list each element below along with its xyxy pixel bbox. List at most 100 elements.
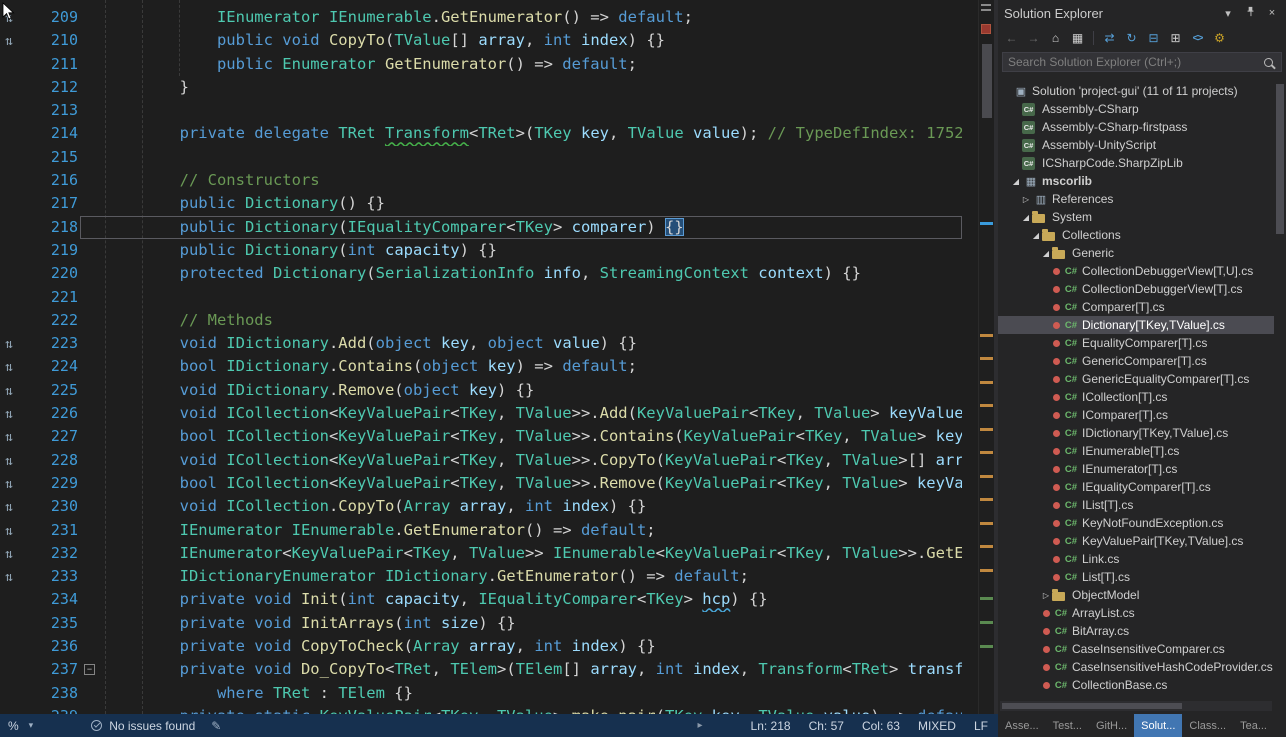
line-number[interactable]: 238 (30, 682, 78, 705)
tree-vertical-scrollbar[interactable] (1274, 76, 1286, 698)
tree-item[interactable]: ▷▥References (998, 190, 1274, 208)
editor-vertical-scrollbar[interactable] (978, 0, 994, 714)
line-number[interactable]: 237 (30, 658, 78, 681)
tree-item[interactable]: C#ICSharpCode.SharpZipLib (998, 154, 1274, 172)
zoom-caret-icon[interactable]: ▾ (29, 720, 34, 731)
code-line[interactable]: 220protected Dictionary(SerializationInf… (0, 262, 962, 285)
code-line[interactable]: 235private void InitArrays(int size) {} (0, 612, 962, 635)
fold-collapse-button[interactable]: − (84, 664, 95, 675)
code-line[interactable]: ⇅231IEnumerator IEnumerable.GetEnumerato… (0, 519, 962, 542)
code-line[interactable]: 237private void Do_CopyTo<TRet, TElem>(T… (0, 658, 962, 681)
tree-item[interactable]: C#Comparer[T].cs (998, 298, 1274, 316)
tree-item[interactable]: C#CaseInsensitiveComparer.cs (998, 640, 1274, 658)
line-number[interactable]: 230 (30, 495, 78, 518)
tool-window-tab[interactable]: Solut... (1134, 714, 1182, 737)
code-line[interactable]: 234private void Init(int capacity, IEqua… (0, 588, 962, 611)
code-line[interactable]: ⇅227bool ICollection<KeyValuePair<TKey, … (0, 425, 962, 448)
tree-item[interactable]: C#CollectionDebuggerView[T,U].cs (998, 262, 1274, 280)
line-number[interactable]: 220 (30, 262, 78, 285)
tool-window-tab[interactable]: GitH... (1089, 714, 1134, 737)
code-line[interactable]: ⇅228void ICollection<KeyValuePair<TKey, … (0, 449, 962, 472)
line-number[interactable]: 222 (30, 309, 78, 332)
line-number[interactable]: 221 (30, 286, 78, 309)
tool-window-tab[interactable]: Asse... (998, 714, 1046, 737)
code-line[interactable]: 219public Dictionary(int capacity) {} (0, 239, 962, 262)
split-editor-handle[interactable] (981, 4, 991, 11)
line-number[interactable]: 216 (30, 169, 78, 192)
line-number[interactable]: 217 (30, 192, 78, 215)
expander-open-icon[interactable]: ◢ (1040, 249, 1052, 258)
expander-closed-icon[interactable]: ▷ (1040, 591, 1052, 600)
line-number[interactable]: 214 (30, 122, 78, 145)
line-number[interactable]: 225 (30, 379, 78, 402)
refresh-button[interactable]: ↻ (1122, 29, 1141, 48)
switch-views-button[interactable]: ▦ (1068, 29, 1087, 48)
tree-item[interactable]: C#GenericEqualityComparer[T].cs (998, 370, 1274, 388)
search-icon[interactable] (1264, 58, 1273, 67)
code-line[interactable]: 217public Dictionary() {} (0, 192, 962, 215)
line-number[interactable]: 236 (30, 635, 78, 658)
line-number[interactable]: 232 (30, 542, 78, 565)
code-line[interactable]: ⇅233IDictionaryEnumerator IDictionary.Ge… (0, 565, 962, 588)
line-number[interactable]: 229 (30, 472, 78, 495)
forward-button[interactable]: → (1024, 29, 1043, 48)
code-line[interactable]: 239private static KeyValuePair<TKey, TVa… (0, 705, 962, 714)
tree-item[interactable]: C#ArrayList.cs (998, 604, 1274, 622)
code-line[interactable]: ⇅226void ICollection<KeyValuePair<TKey, … (0, 402, 962, 425)
line-number[interactable]: 209 (30, 6, 78, 29)
close-icon[interactable]: × (1264, 7, 1280, 19)
code-line[interactable]: 222// Methods (0, 309, 962, 332)
tree-item[interactable]: C#IEqualityComparer[T].cs (998, 478, 1274, 496)
collapse-all-button[interactable]: ⊟ (1144, 29, 1163, 48)
code-line[interactable]: 216// Constructors (0, 169, 962, 192)
scrollbar-thumb[interactable] (982, 44, 992, 118)
search-input[interactable] (1003, 55, 1264, 69)
tool-window-tab[interactable]: Test... (1046, 714, 1089, 737)
tree-item[interactable]: ◢▦mscorlib (998, 172, 1274, 190)
tree-item[interactable]: C#IComparer[T].cs (998, 406, 1274, 424)
search-box[interactable] (1002, 52, 1282, 72)
tree-item[interactable]: C#ICollection[T].cs (998, 388, 1274, 406)
line-number[interactable]: 233 (30, 565, 78, 588)
tree-item[interactable]: C#EqualityComparer[T].cs (998, 334, 1274, 352)
tree-item[interactable]: ◢Collections (998, 226, 1274, 244)
line-number[interactable]: 226 (30, 402, 78, 425)
line-number[interactable]: 227 (30, 425, 78, 448)
line-number[interactable]: 210 (30, 29, 78, 52)
line-number[interactable]: 224 (30, 355, 78, 378)
tree-item[interactable]: C#KeyNotFoundException.cs (998, 514, 1274, 532)
code-lines[interactable]: ⇅209IEnumerator IEnumerable.GetEnumerato… (0, 6, 962, 714)
line-number[interactable]: 235 (30, 612, 78, 635)
line-number[interactable]: 219 (30, 239, 78, 262)
code-line[interactable]: 238where TRet : TElem {} (0, 682, 962, 705)
code-line[interactable]: ⇅232IEnumerator<KeyValuePair<TKey, TValu… (0, 542, 962, 565)
line-number[interactable]: 212 (30, 76, 78, 99)
tree-item[interactable]: C#Assembly-CSharp (998, 100, 1274, 118)
line-number[interactable]: 228 (30, 449, 78, 472)
code-line[interactable]: 211public Enumerator GetEnumerator() => … (0, 53, 962, 76)
tree-item[interactable]: ◢Generic (998, 244, 1274, 262)
solution-explorer-titlebar[interactable]: Solution Explorer ▾ × (998, 0, 1286, 26)
code-line[interactable]: ⇅230void ICollection.CopyTo(Array array,… (0, 495, 962, 518)
tree-item[interactable]: C#IEnumerator[T].cs (998, 460, 1274, 478)
expander-open-icon[interactable]: ◢ (1030, 231, 1042, 240)
code-line[interactable]: 213 (0, 99, 962, 122)
tree-item[interactable]: C#Assembly-UnityScript (998, 136, 1274, 154)
code-line[interactable]: 214private delegate TRet Transform<TRet>… (0, 122, 962, 145)
tree-item[interactable]: C#IDictionary[TKey,TValue].cs (998, 424, 1274, 442)
line-number[interactable]: 234 (30, 588, 78, 611)
show-all-files-button[interactable]: ⊞ (1166, 29, 1185, 48)
solution-tree[interactable]: ▣Solution 'project-gui' (11 of 11 projec… (998, 76, 1274, 698)
code-line[interactable]: ⇅224bool IDictionary.Contains(object key… (0, 355, 962, 378)
tree-item[interactable]: C#CollectionDebuggerView[T].cs (998, 280, 1274, 298)
tree-item[interactable]: C#CollectionBase.cs (998, 676, 1274, 694)
status-line-ending[interactable]: LF (974, 719, 988, 733)
code-line[interactable]: 218public Dictionary(IEqualityComparer<T… (0, 216, 962, 239)
code-line[interactable]: 236private void CopyToCheck(Array array,… (0, 635, 962, 658)
zoom-control[interactable]: % (8, 719, 19, 733)
line-number[interactable]: 211 (30, 53, 78, 76)
line-number[interactable]: 218 (30, 216, 78, 239)
home-button[interactable]: ⌂ (1046, 29, 1065, 48)
code-line[interactable]: ⇅209IEnumerator IEnumerable.GetEnumerato… (0, 6, 962, 29)
code-line[interactable]: 221 (0, 286, 962, 309)
